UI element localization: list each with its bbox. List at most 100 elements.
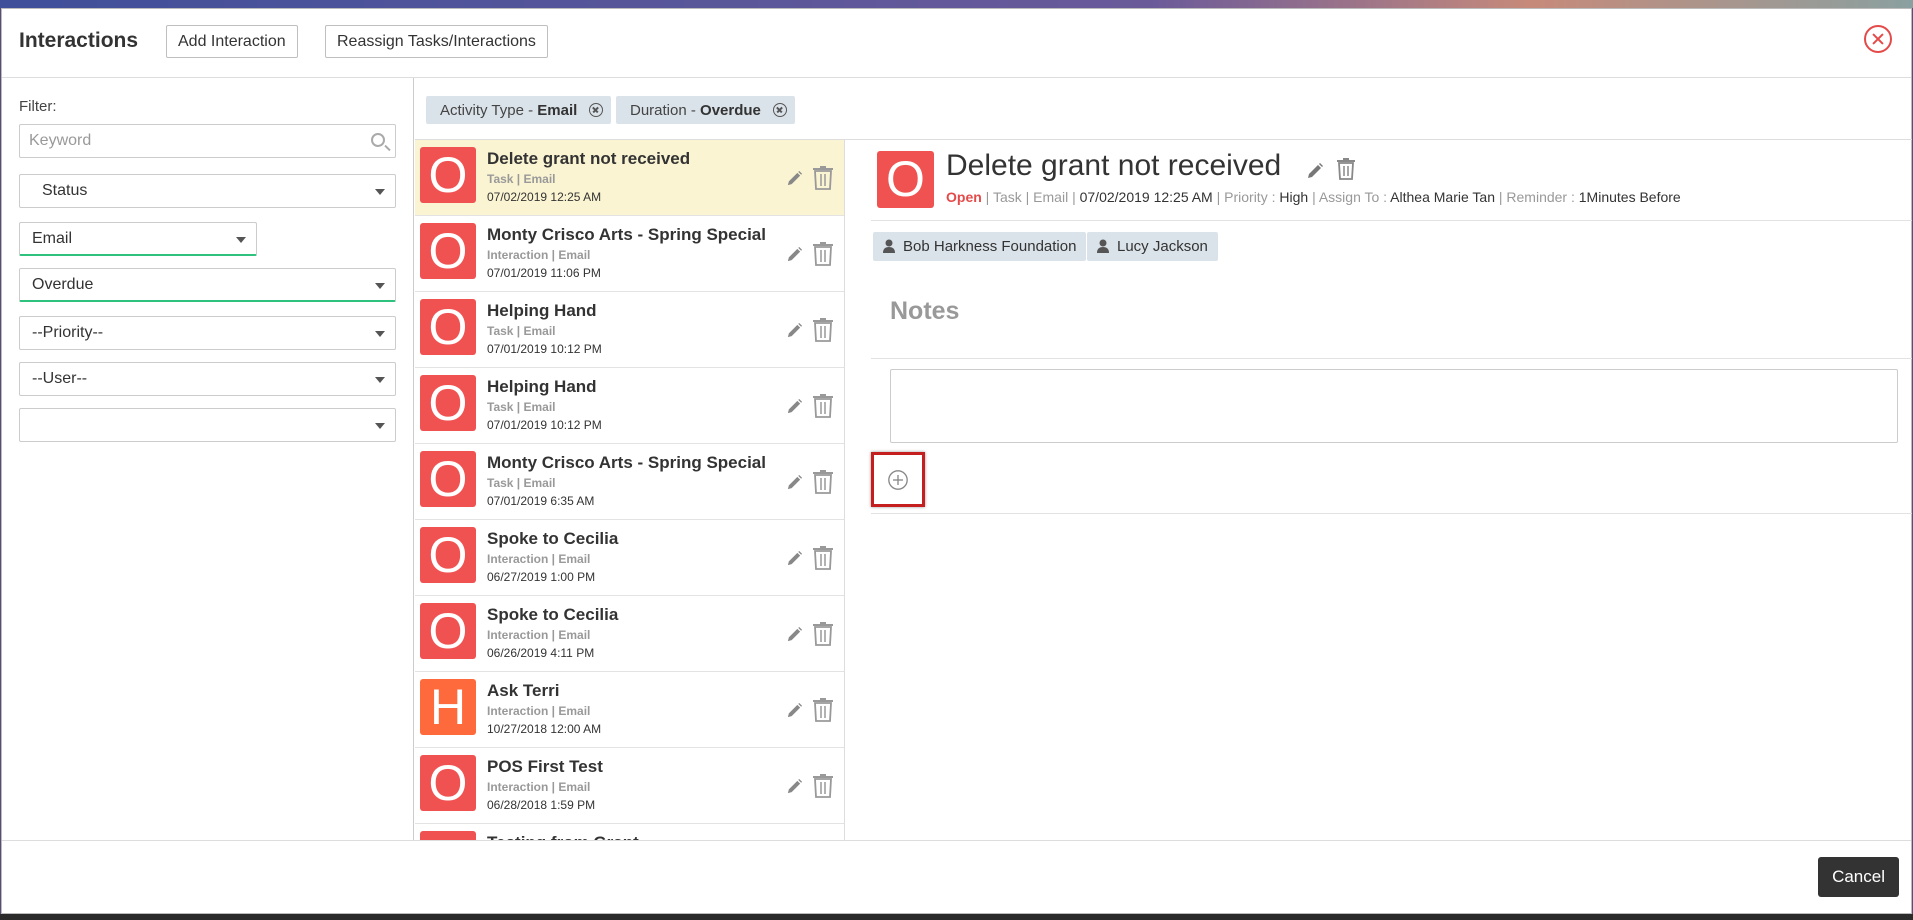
assign-label: Assign To : — [1318, 189, 1391, 205]
chip-value: Email — [537, 102, 578, 119]
list-item-date: 07/01/2019 11:06 PM — [487, 266, 601, 280]
list-item-meta: Interaction | Email — [487, 248, 591, 262]
chevron-down-icon — [375, 283, 385, 289]
list-item-title: Helping Hand — [487, 301, 597, 320]
contact-name: Lucy Jackson — [1117, 238, 1208, 255]
add-interaction-button[interactable]: Add Interaction — [166, 25, 298, 58]
edit-icon[interactable] — [1306, 162, 1324, 180]
chevron-down-icon — [375, 331, 385, 337]
list-item[interactable]: O Spoke to Cecilia Interaction | Email 06/2… — [415, 520, 844, 596]
trash-icon[interactable] — [812, 394, 834, 418]
avatar: O — [420, 527, 476, 583]
list-item[interactable]: O Monty Crisco Arts - Spring Special Task … — [415, 444, 844, 520]
list-item-title: Testing from Grant — [487, 833, 639, 840]
search-icon[interactable] — [371, 133, 385, 147]
cancel-button[interactable]: Cancel — [1818, 857, 1899, 897]
list-item-title: POS First Test — [487, 757, 603, 776]
status-select-value: Status — [42, 182, 88, 199]
list-item[interactable]: O Monty Crisco Arts - Spring Special Inter… — [415, 216, 844, 292]
extra-select[interactable] — [19, 408, 396, 442]
status-select[interactable]: Status — [19, 174, 396, 208]
trash-icon[interactable] — [812, 470, 834, 494]
remove-chip-icon[interactable] — [772, 103, 787, 117]
trash-icon[interactable] — [1336, 158, 1356, 180]
duration-select[interactable]: Overdue — [19, 268, 396, 302]
notes-textarea[interactable] — [890, 369, 1898, 443]
list-item-title: Spoke to Cecilia — [487, 529, 619, 548]
add-note-button[interactable] — [871, 452, 925, 507]
activity-type-select[interactable]: Email — [19, 222, 257, 256]
modal-header: Interactions Add Interaction Reassign Ta… — [2, 9, 1911, 78]
list-item-title: Spoke to Cecilia — [487, 605, 619, 624]
edit-icon[interactable] — [786, 550, 803, 567]
detail-type: Task — [992, 189, 1022, 205]
filter-chip-duration[interactable]: Duration - Overdue — [616, 96, 795, 124]
edit-icon[interactable] — [786, 170, 803, 187]
trash-icon[interactable] — [812, 546, 834, 570]
divider — [871, 220, 1912, 221]
filter-chip-activity-type[interactable]: Activity Type - Email — [426, 96, 612, 124]
status-badge: Open — [946, 189, 982, 205]
remove-chip-icon[interactable] — [589, 103, 604, 117]
list-item[interactable]: H Ask Terri Interaction | Email 10/27/2018 … — [415, 672, 844, 748]
priority-select[interactable]: --Priority-- — [19, 316, 396, 350]
filter-panel: Filter: Status Email Overdue --Priority-… — [2, 78, 414, 840]
chevron-down-icon — [375, 189, 385, 195]
contact-chip[interactable]: Lucy Jackson — [1087, 232, 1218, 261]
modal-footer: Cancel — [2, 840, 1911, 915]
interaction-detail: O Delete grant not received Open | Task … — [866, 140, 1912, 840]
list-item-date: 07/01/2019 6:35 AM — [487, 494, 595, 508]
taskbar-strip — [0, 914, 1913, 920]
edit-icon[interactable] — [786, 474, 803, 491]
list-item[interactable]: O Spoke to Cecilia Interaction | Email 06/2… — [415, 596, 844, 672]
user-select[interactable]: --User-- — [19, 362, 396, 396]
edit-icon[interactable] — [786, 778, 803, 795]
trash-icon[interactable] — [812, 242, 834, 266]
reassign-button[interactable]: Reassign Tasks/Interactions — [325, 25, 548, 58]
avatar: O — [420, 603, 476, 659]
list-item-title: Helping Hand — [487, 377, 597, 396]
trash-icon[interactable] — [812, 166, 834, 190]
detail-assign: Althea Marie Tan — [1390, 189, 1495, 205]
edit-icon[interactable] — [786, 398, 803, 415]
list-item-title: Monty Crisco Arts - Spring Special — [487, 453, 766, 472]
trash-icon[interactable] — [812, 622, 834, 646]
detail-meta: Open | Task | Email | 07/02/2019 12:25 A… — [946, 189, 1681, 205]
interactions-modal: Interactions Add Interaction Reassign Ta… — [1, 8, 1912, 914]
edit-icon[interactable] — [786, 702, 803, 719]
list-item-meta: Task | Email — [487, 324, 556, 338]
list-item-meta: Interaction | Email — [487, 628, 591, 642]
list-item-title: Delete grant not received — [487, 149, 691, 168]
filter-label: Filter: — [19, 98, 57, 115]
contact-chip[interactable]: Bob Harkness Foundation — [873, 232, 1087, 261]
activity-type-value: Email — [32, 230, 73, 247]
edit-icon[interactable] — [786, 626, 803, 643]
person-icon — [883, 239, 895, 253]
list-item[interactable]: O Helping Hand Task | Email 07/01/2019 10:1… — [415, 368, 844, 444]
trash-icon[interactable] — [812, 698, 834, 722]
list-item-date: 06/27/2019 1:00 PM — [487, 570, 596, 584]
list-item[interactable]: O POS First Test Interaction | Email 06/28/… — [415, 748, 844, 824]
list-item-meta: Interaction | Email — [487, 780, 591, 794]
trash-icon[interactable] — [812, 774, 834, 798]
list-item-meta: Task | Email — [487, 172, 556, 186]
avatar: O — [420, 375, 476, 431]
edit-icon[interactable] — [786, 246, 803, 263]
trash-icon[interactable] — [812, 318, 834, 342]
list-item-date: 06/28/2018 1:59 PM — [487, 798, 596, 812]
list-item[interactable]: O Delete grant not received Task | Email 07… — [415, 140, 844, 216]
avatar: O — [420, 831, 476, 840]
keyword-input[interactable] — [20, 125, 350, 157]
close-icon[interactable] — [1864, 25, 1892, 53]
avatar: O — [420, 299, 476, 355]
list-item[interactable]: O Testing from Grant — [415, 824, 844, 840]
list-item-title: Ask Terri — [487, 681, 560, 700]
list-item-date: 07/01/2019 10:12 PM — [487, 342, 602, 356]
edit-icon[interactable] — [786, 322, 803, 339]
active-filters: Activity Type - Email Duration - Overdue — [415, 78, 1912, 140]
detail-avatar: O — [877, 151, 934, 208]
list-item[interactable]: O Helping Hand Task | Email 07/01/2019 10:1… — [415, 292, 844, 368]
keyword-search — [19, 124, 396, 158]
priority-label: Priority : — [1224, 189, 1280, 205]
avatar: O — [420, 451, 476, 507]
